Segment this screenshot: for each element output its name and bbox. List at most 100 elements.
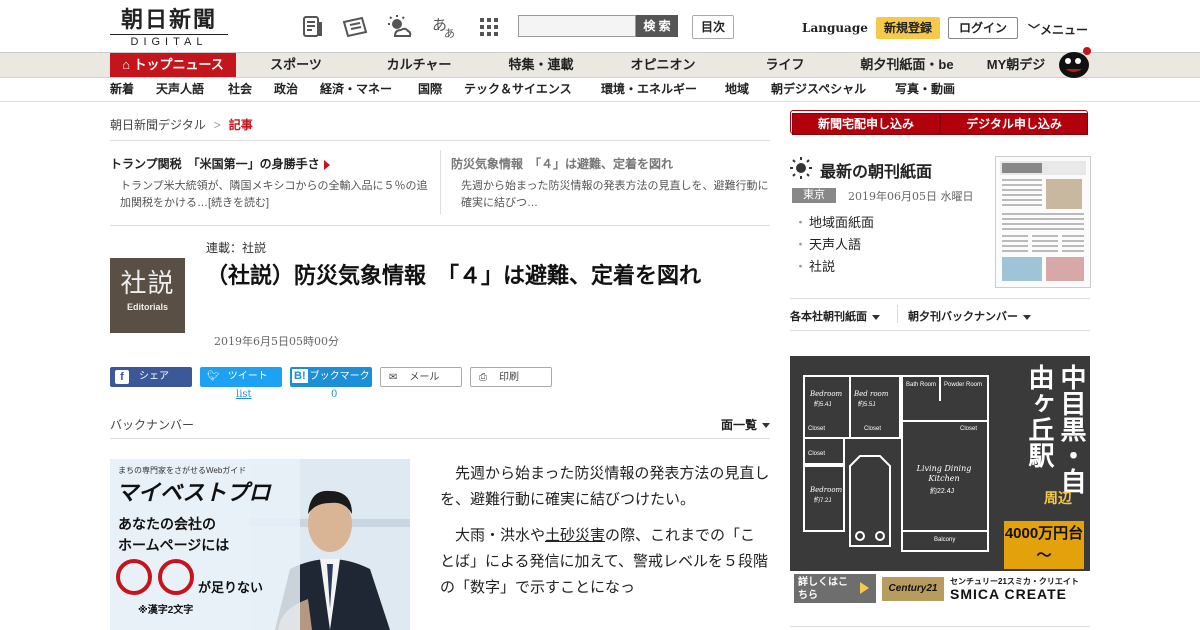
related-article-1[interactable]: トランプ関税 「米国第一」の身勝手さ トランプ米大統領が、隣国メキシコからの全輸… — [110, 155, 430, 212]
caret-down-icon — [1023, 314, 1031, 320]
ad-headline: 中目黒・自由ヶ丘駅 周辺 — [998, 356, 1090, 518]
digital-subscribe-button[interactable]: デジタル申し込み — [940, 113, 1088, 135]
paper-icon[interactable] — [342, 14, 368, 40]
room-label: Bed room — [854, 390, 889, 398]
page-list-dropdown[interactable]: 面一覧 — [721, 416, 771, 433]
century21-ad[interactable]: Bedroom 約5.4J Bed room 約5.5J Bath Room P… — [790, 356, 1090, 606]
hatena-count[interactable]: 0 — [331, 389, 337, 400]
nav-top-news[interactable]: ⌂ トップニュース — [110, 53, 236, 77]
nav-latest[interactable]: 新着 — [110, 78, 134, 101]
language-link[interactable]: Language — [802, 21, 868, 35]
room-label: Closet — [864, 426, 882, 432]
nav-environment[interactable]: 環境・エネルギー — [601, 78, 697, 101]
divider — [110, 438, 770, 439]
morning-link[interactable]: 地域面紙面 — [794, 212, 874, 234]
nav-life[interactable]: ライフ — [748, 53, 822, 77]
room-label: Living Dining Kitchen — [916, 464, 972, 483]
print-label: 印刷 — [499, 372, 519, 383]
divider — [440, 150, 441, 214]
nav-special[interactable]: 朝デジスペシャル — [771, 78, 866, 101]
nav-sports[interactable]: スポーツ — [256, 53, 336, 77]
nav-society[interactable]: 社会 — [228, 78, 252, 101]
divider — [110, 225, 770, 226]
ad-line3: が足りない — [198, 580, 264, 595]
divider — [790, 626, 1090, 627]
nav-features[interactable]: 特集・連載 — [494, 53, 588, 77]
region-badge: 東京 — [792, 188, 836, 203]
room-area: 約7.2J — [814, 498, 832, 504]
nav-my-asadigi[interactable]: MY朝デジ — [980, 53, 1052, 77]
menu-label: メニュー — [1040, 23, 1089, 37]
home-delivery-button[interactable]: 新聞宅配申し込み — [792, 113, 940, 135]
morning-link[interactable]: 社説 — [794, 256, 874, 278]
morning-edition-date: 2019年06月05日 水曜日 — [848, 190, 974, 203]
nav-label: トップニュース — [133, 57, 224, 72]
nav-photo-video[interactable]: 写真・動画 — [895, 78, 955, 101]
search-input[interactable] — [518, 15, 636, 37]
breadcrumb: 朝日新聞デジタル > 記事 — [110, 116, 253, 133]
mail-label: メール — [409, 372, 440, 383]
blank-circle-icon — [158, 559, 194, 595]
room-label: Bedroom — [810, 390, 843, 398]
site-logo[interactable]: 朝日新聞 DIGITAL — [110, 8, 228, 49]
mail-button[interactable]: ✉ メール — [380, 367, 462, 387]
newspaper-thumbnail[interactable] — [995, 156, 1091, 288]
sun-icon — [790, 157, 812, 179]
nav-region[interactable]: 地域 — [725, 78, 749, 101]
article-title: （社説）防災気象情報 「４」は避難、定着を図れ — [206, 263, 702, 288]
nav-international[interactable]: 国際 — [418, 78, 442, 101]
room-label: Closet — [808, 426, 826, 432]
nav-culture[interactable]: カルチャー — [374, 53, 464, 77]
printer-icon: ⎙ — [479, 372, 487, 383]
related-headline: 防災気象情報 「４」は避難、定着を図れ — [451, 157, 674, 171]
nav-opinion[interactable]: オピニオン — [616, 53, 710, 77]
backnumber-dropdown[interactable]: 朝夕刊バックナンバー — [908, 308, 1031, 324]
ad-near-label: 周辺 — [1044, 490, 1072, 506]
backnumber-label: バックナンバー — [110, 418, 195, 432]
article-series[interactable]: 連載：社説 — [206, 239, 266, 256]
ad-price: 4000万円台～ — [1004, 521, 1084, 569]
twitter-share-button[interactable]: 🐦︎ ツイート — [200, 367, 282, 387]
mokuji-button[interactable]: 目次 — [692, 15, 734, 39]
twitter-count[interactable]: list — [236, 389, 252, 400]
nav-paper-be[interactable]: 朝夕刊紙面・be — [852, 53, 962, 77]
keyword-link[interactable]: 土砂災害 — [545, 526, 605, 544]
breadcrumb-separator: > — [213, 118, 221, 132]
hatena-label: ブックマーク — [309, 371, 370, 382]
breadcrumb-home[interactable]: 朝日新聞デジタル — [110, 118, 206, 132]
badge-kanji: 社説 — [120, 269, 175, 299]
papers-dropdown[interactable]: 各本社朝刊紙面 — [790, 308, 880, 324]
login-button[interactable]: ログイン — [948, 17, 1018, 39]
hatena-bookmark-button[interactable]: B! ブックマーク — [290, 367, 372, 387]
breadcrumb-current: 記事 — [228, 118, 253, 132]
menu-button[interactable]: ﹀メニュー — [1028, 21, 1088, 38]
mascot-icon[interactable] — [1056, 45, 1092, 79]
primary-nav: ⌂ トップニュース スポーツ カルチャー 特集・連載 オピニオン ライフ 朝夕刊… — [0, 47, 1200, 78]
facebook-label: シェア — [139, 371, 169, 382]
home-icon: ⌂ — [122, 57, 134, 72]
morning-link[interactable]: 天声人語 — [794, 234, 874, 256]
badge-english: Editorials — [126, 302, 168, 312]
facebook-share-button[interactable]: f シェア — [110, 367, 192, 387]
news-icon[interactable] — [300, 14, 326, 40]
related-article-2[interactable]: 防災気象情報 「４」は避難、定着を図れ 先週から始まった防災情報の発表方法の見直… — [451, 155, 769, 212]
secondary-nav: 新着 天声人語 社会 政治 経済・マネー 国際 テック＆サイエンス 環境・エネル… — [0, 78, 1200, 102]
register-button[interactable]: 新規登録 — [876, 17, 940, 39]
print-button[interactable]: ⎙ 印刷 — [470, 367, 552, 387]
nav-economy[interactable]: 経済・マネー — [320, 78, 392, 101]
weather-icon[interactable] — [386, 14, 412, 40]
caret-down-icon — [872, 314, 880, 320]
ad-brand: マイベストプロ — [116, 480, 271, 505]
blank-circle-icon — [116, 559, 152, 595]
morning-edition-title[interactable]: 最新の朝刊紙面 — [820, 158, 932, 182]
newspaper-page-icon — [996, 157, 1090, 287]
divider — [790, 330, 1090, 331]
nav-tensei-jingo[interactable]: 天声人語 — [156, 78, 204, 101]
mybestpro-ad[interactable]: まちの専門家をさがせるWebガイド マイベストプロ あなたの会社の ホームページ… — [110, 459, 410, 630]
font-size-icon[interactable]: ああ — [430, 14, 456, 40]
nav-politics[interactable]: 政治 — [274, 78, 298, 101]
grid-menu-icon[interactable] — [476, 14, 502, 40]
search-button[interactable]: 検 索 — [636, 15, 678, 37]
twitter-label: ツイート — [227, 371, 268, 382]
nav-tech-science[interactable]: テック＆サイエンス — [464, 78, 572, 101]
